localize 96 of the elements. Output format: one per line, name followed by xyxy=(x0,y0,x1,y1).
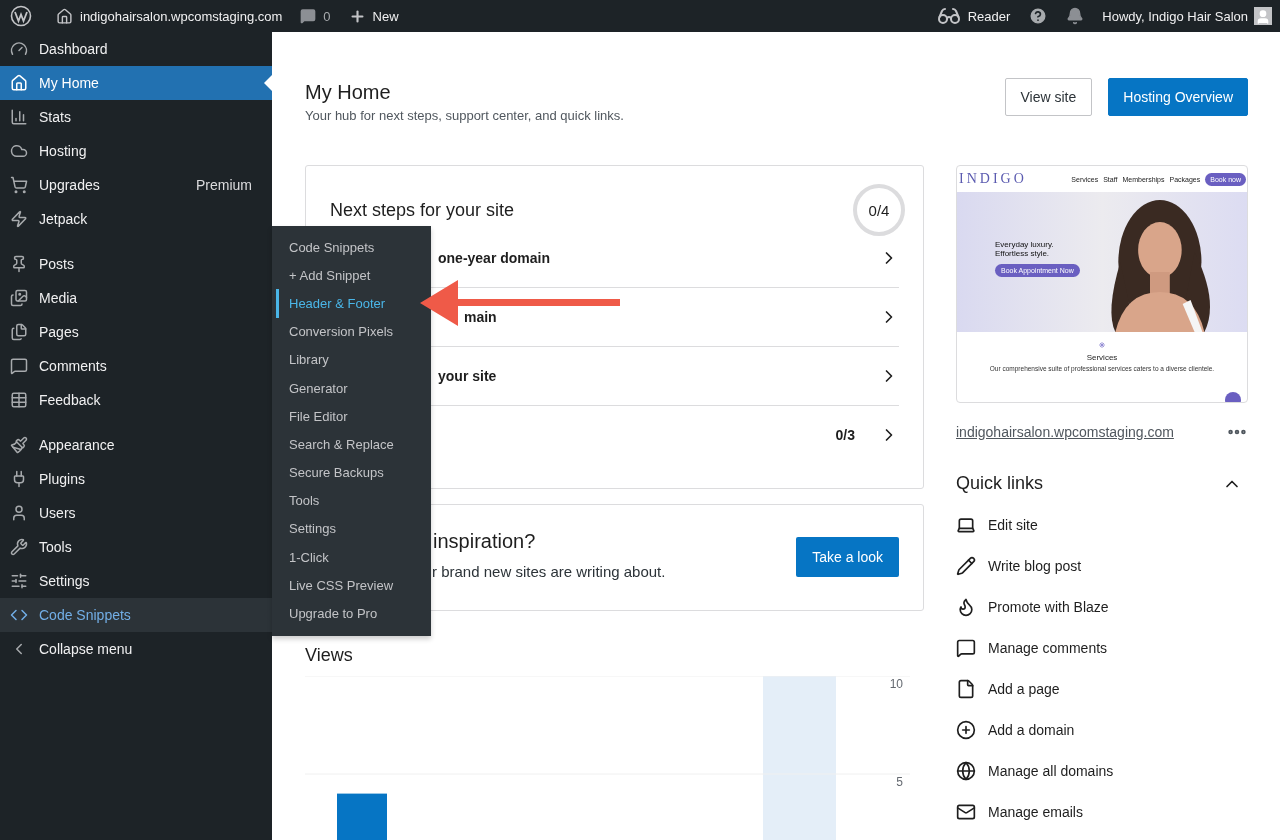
submenu-item[interactable]: Tools xyxy=(276,486,431,515)
step-title[interactable]: your site xyxy=(438,369,497,383)
comment-icon xyxy=(956,637,976,658)
sliders-icon xyxy=(10,572,28,590)
comment-count: 0 xyxy=(323,8,331,24)
submenu-item[interactable]: Secure Backups xyxy=(276,458,431,487)
sidebar-item[interactable]: Dashboard xyxy=(0,32,272,66)
sidebar-item[interactable]: Appearance xyxy=(0,428,272,462)
cart-icon xyxy=(10,176,28,194)
user-icon xyxy=(10,504,28,522)
axis-tick-label: 5 xyxy=(896,775,903,789)
submenu-item[interactable]: + Add Snippet xyxy=(276,261,431,290)
step-count: 0/3 xyxy=(835,427,855,443)
quick-link[interactable]: Add a domain xyxy=(956,709,1248,750)
sidebar-item[interactable]: Plugins xyxy=(0,462,272,496)
brush-icon xyxy=(10,436,28,454)
axis-tick-label: 10 xyxy=(889,677,903,691)
card-title: Next steps for your site xyxy=(330,199,515,221)
reader-link[interactable]: Reader xyxy=(967,8,1011,24)
sidebar-item[interactable]: Users xyxy=(0,496,272,530)
sidebar-item[interactable]: Upgrades Premium xyxy=(0,168,272,202)
wordpress-logo-icon[interactable] xyxy=(10,5,32,27)
help-icon[interactable] xyxy=(1028,6,1049,26)
sidebar-item[interactable]: Posts xyxy=(0,247,272,281)
comment-icon[interactable] xyxy=(300,8,317,24)
site-url-link[interactable]: indigohairsalon.wpcomstaging.com xyxy=(956,424,1174,440)
quick-link[interactable]: Manage comments xyxy=(956,627,1248,668)
step-title[interactable]: one-year domain xyxy=(438,251,551,265)
plus-circle-icon xyxy=(956,719,976,740)
sidebar-item[interactable]: Stats xyxy=(0,100,272,134)
submenu-item[interactable]: Generator xyxy=(276,373,431,403)
quick-links-title: Quick links xyxy=(956,473,1044,494)
sidebar-item[interactable]: Feedback xyxy=(0,383,272,417)
site-logo: INDIGO xyxy=(959,171,1028,187)
quick-link[interactable]: Edit site xyxy=(956,504,1248,545)
gauge-icon xyxy=(10,40,28,58)
quick-link[interactable]: Manage emails xyxy=(956,791,1248,832)
pencil-icon xyxy=(956,555,976,576)
sidebar-item[interactable]: My Home xyxy=(0,66,272,100)
view-site-button[interactable]: View site xyxy=(1004,78,1093,116)
home-icon xyxy=(10,74,28,92)
sidebar-item[interactable]: Collapse menu xyxy=(0,632,272,666)
section-title: Services xyxy=(1086,353,1118,362)
wrench-icon xyxy=(10,538,28,556)
sidebar-item[interactable]: Jetpack xyxy=(0,202,272,236)
images-icon xyxy=(10,289,28,307)
plan-label: Premium xyxy=(196,177,252,193)
flame-icon xyxy=(956,596,976,617)
bell-icon[interactable] xyxy=(1066,7,1085,25)
page-title: My Home xyxy=(305,80,392,104)
take-a-look-button[interactable]: Take a look xyxy=(796,536,899,577)
sidebar-item[interactable]: Hosting xyxy=(0,134,272,168)
quick-link[interactable]: Add a page xyxy=(956,668,1248,709)
submenu-item[interactable]: Upgrade to Pro xyxy=(276,599,431,628)
sparkle-icon xyxy=(1099,342,1105,348)
page-subtitle: Your hub for next steps, support center, and quick links. xyxy=(305,108,624,123)
pages-icon xyxy=(10,323,28,341)
views-title: Views xyxy=(305,645,354,666)
submenu-item[interactable]: Conversion Pixels xyxy=(276,317,431,346)
sidebar-item[interactable]: Comments xyxy=(0,349,272,383)
greeting-link[interactable]: Howdy, Indigo Hair Salon xyxy=(1102,8,1248,24)
comment-icon xyxy=(10,357,28,375)
sidebar-item[interactable]: Media xyxy=(0,281,272,315)
page-icon xyxy=(956,678,976,699)
quick-link[interactable]: Promote with Blaze xyxy=(956,586,1248,627)
submenu-item[interactable]: Live CSS Preview xyxy=(276,571,431,600)
submenu-item[interactable]: Code Snippets xyxy=(276,233,431,262)
hosting-overview-button[interactable]: Hosting Overview xyxy=(1108,78,1248,116)
hero-headline: Everyday luxury. xyxy=(995,240,1055,249)
card-title: inspiration? xyxy=(433,529,537,553)
table-icon xyxy=(10,391,28,409)
site-link[interactable]: indigohairsalon.wpcomstaging.com xyxy=(80,8,283,24)
submenu-item[interactable]: File Editor xyxy=(276,402,431,431)
new-link[interactable]: New xyxy=(372,8,399,24)
sidebar-item[interactable]: Code Snippets xyxy=(0,598,272,632)
globe-icon xyxy=(956,760,976,781)
submenu-item[interactable]: Settings xyxy=(276,514,431,544)
bar xyxy=(337,793,387,840)
submenu-item[interactable]: Search & Replace xyxy=(276,430,431,459)
progress-ring: 0/4 xyxy=(853,184,905,236)
step-title[interactable]: main xyxy=(464,310,497,324)
plus-icon[interactable] xyxy=(348,7,366,25)
quick-link[interactable]: Manage all domains xyxy=(956,750,1248,791)
sidebar-item[interactable]: Settings xyxy=(0,564,272,598)
sidebar-item[interactable]: Pages xyxy=(0,315,272,349)
cloud-icon xyxy=(10,142,28,160)
pin-icon xyxy=(10,255,28,273)
home-icon[interactable] xyxy=(56,7,73,25)
bar-chart-icon xyxy=(10,108,28,126)
bolt-icon xyxy=(10,210,28,228)
hero-headline: Effortless style. xyxy=(995,249,1051,258)
submenu-item[interactable]: 1-Click xyxy=(276,543,431,572)
submenu-item[interactable]: Library xyxy=(276,345,431,374)
quick-link[interactable]: Write blog post xyxy=(956,545,1248,586)
sidebar-item[interactable]: Tools xyxy=(0,530,272,564)
card-text: r brand new sites are writing about. xyxy=(432,562,666,580)
